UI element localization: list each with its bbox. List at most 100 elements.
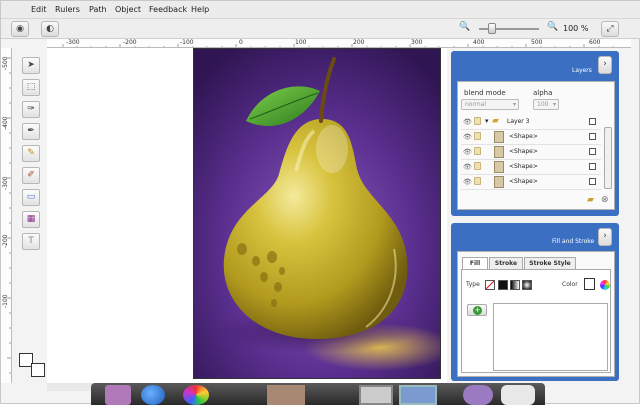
color-wheel-icon[interactable] <box>600 280 610 290</box>
horizontal-ruler: -300 -200 -100 0 100 200 300 400 500 600 <box>47 39 631 48</box>
visibility-eye-icon[interactable]: 👁 <box>463 163 472 171</box>
bezier-tool[interactable]: ✒ <box>22 123 40 140</box>
radial-gradient-fill-icon[interactable] <box>522 280 532 290</box>
brush-icon: ✐ <box>27 170 35 180</box>
layer-name: Layer 3 <box>507 118 530 125</box>
tab-stroke-style[interactable]: Stroke Style <box>524 257 576 269</box>
layer-row[interactable]: 👁 ▾ ▰ Layer 3 <box>461 115 601 130</box>
dock <box>91 383 545 405</box>
bezier-pen-icon: ✒ <box>27 126 35 136</box>
layer-select-checkbox[interactable] <box>589 148 596 155</box>
menu-edit[interactable]: Edit <box>31 5 47 14</box>
layer-row[interactable]: 👁 <Shape> <box>461 160 601 175</box>
visibility-eye-icon[interactable]: 👁 <box>463 118 472 126</box>
image-icon: ▦ <box>26 214 36 224</box>
menu-object[interactable]: Object <box>115 5 141 14</box>
zoom-slider-thumb[interactable] <box>488 23 496 34</box>
visibility-eye-icon[interactable]: 👁 <box>463 148 472 156</box>
layer-thumbnail <box>494 131 504 143</box>
layer-select-checkbox[interactable] <box>589 133 596 140</box>
no-fill-icon[interactable] <box>485 280 495 290</box>
visibility-eye-icon[interactable]: 👁 <box>463 133 472 141</box>
layer-row[interactable]: 👁 <Shape> <box>461 175 601 190</box>
view-button[interactable]: ◉ <box>11 21 29 37</box>
new-layer-folder-icon[interactable]: ▰ <box>587 195 594 205</box>
chevron-right-icon: › <box>603 231 607 241</box>
layer-row[interactable]: 👁 <Shape> <box>461 145 601 160</box>
expand-triangle-icon[interactable]: ▾ <box>485 117 489 125</box>
foreground-color-swatch[interactable] <box>31 363 45 377</box>
fullscreen-button[interactable]: ⤢ <box>601 21 619 37</box>
layer-name: <Shape> <box>509 148 538 155</box>
ruler-ticks <box>7 57 11 374</box>
tab-stroke[interactable]: Stroke <box>489 257 523 269</box>
image-tool[interactable]: ▦ <box>22 211 40 228</box>
menu-help[interactable]: Help <box>191 5 209 14</box>
blend-mode-value: normal <box>465 101 487 108</box>
alpha-select[interactable]: 100 ▾ <box>533 99 559 110</box>
tab-fill[interactable]: Fill <box>462 257 488 269</box>
toolbox: ➤ ⬚ ✑ ✒ ✎ ✐ ▭ ▦ T <box>18 55 44 255</box>
vertical-ruler: -500 -400 -300 -200 -100 <box>1 48 12 383</box>
menu-path[interactable]: Path <box>89 5 107 14</box>
pen-icon: ✑ <box>27 104 35 114</box>
pen-tool[interactable]: ✑ <box>22 101 40 118</box>
fill-color-swatch[interactable] <box>584 278 595 290</box>
flat-color-fill-icon[interactable] <box>498 280 508 290</box>
layers-scrollbar[interactable] <box>604 127 612 189</box>
lock-icon[interactable] <box>474 132 481 140</box>
rectangle-tool[interactable]: ▭ <box>22 189 40 206</box>
lock-icon[interactable] <box>474 117 481 125</box>
layer-row[interactable]: 👁 <Shape> <box>461 130 601 145</box>
fill-stroke-panel-toggle[interactable]: › <box>598 228 612 246</box>
ruler-ticks <box>62 44 614 47</box>
toolbar: ◉ ◐ 🔍 🔍 100 % ⤢ <box>1 19 640 39</box>
text-tool[interactable]: T <box>22 233 40 250</box>
zoom-out-icon[interactable]: 🔍 <box>459 22 470 32</box>
layer-name: <Shape> <box>509 133 538 140</box>
add-gradient-stop-button[interactable]: + <box>467 304 487 316</box>
blend-mode-select[interactable]: normal ▾ <box>461 99 519 110</box>
photo-thumbnail-icon[interactable] <box>267 385 305 405</box>
lock-icon[interactable] <box>474 162 481 170</box>
layer-select-checkbox[interactable] <box>589 178 596 185</box>
window-thumbnail-icon[interactable] <box>359 385 393 405</box>
delete-layer-icon[interactable]: ⊗ <box>601 195 609 205</box>
dock-app-icon[interactable] <box>105 385 131 405</box>
pencil-tool[interactable]: ✎ <box>22 145 40 162</box>
layers-panel-toggle[interactable]: › <box>598 56 612 74</box>
node-select-tool[interactable]: ⬚ <box>22 79 40 96</box>
menu-feedback[interactable]: Feedback <box>149 5 187 14</box>
fill-type-label: Type <box>466 281 480 288</box>
visibility-eye-icon[interactable]: 👁 <box>463 178 472 186</box>
chevron-down-icon: ▾ <box>512 101 516 108</box>
layer-thumbnail <box>494 146 504 158</box>
menu-rulers[interactable]: Rulers <box>55 5 80 14</box>
fill-color-label: Color <box>562 281 578 288</box>
lock-icon[interactable] <box>474 177 481 185</box>
text-icon: T <box>28 236 34 246</box>
artboard[interactable] <box>193 48 441 379</box>
expand-icon: ⤢ <box>606 24 614 34</box>
layer-select-checkbox[interactable] <box>589 118 596 125</box>
linear-gradient-fill-icon[interactable] <box>510 280 520 290</box>
zoom-value: 100 % <box>563 24 589 33</box>
rectangle-icon: ▭ <box>26 192 36 202</box>
dock-app-icon[interactable] <box>463 385 493 405</box>
layer-select-checkbox[interactable] <box>589 163 596 170</box>
gradient-stops-list[interactable] <box>493 303 608 371</box>
select-tool[interactable]: ➤ <box>22 57 40 74</box>
window-thumbnail-icon[interactable] <box>399 385 437 405</box>
pear-illustration <box>194 49 440 378</box>
brush-tool[interactable]: ✐ <box>22 167 40 184</box>
dock-app-icon[interactable] <box>501 385 535 405</box>
alpha-label: alpha <box>533 89 553 97</box>
browser-icon[interactable] <box>141 385 165 405</box>
snap-button[interactable]: ◐ <box>41 21 59 37</box>
blend-mode-label: blend mode <box>464 89 506 97</box>
plus-icon: + <box>473 306 482 315</box>
zoom-in-icon[interactable]: 🔍 <box>547 22 558 32</box>
layer-name: <Shape> <box>509 178 538 185</box>
lock-icon[interactable] <box>474 147 481 155</box>
color-wheel-app-icon[interactable] <box>183 385 209 405</box>
